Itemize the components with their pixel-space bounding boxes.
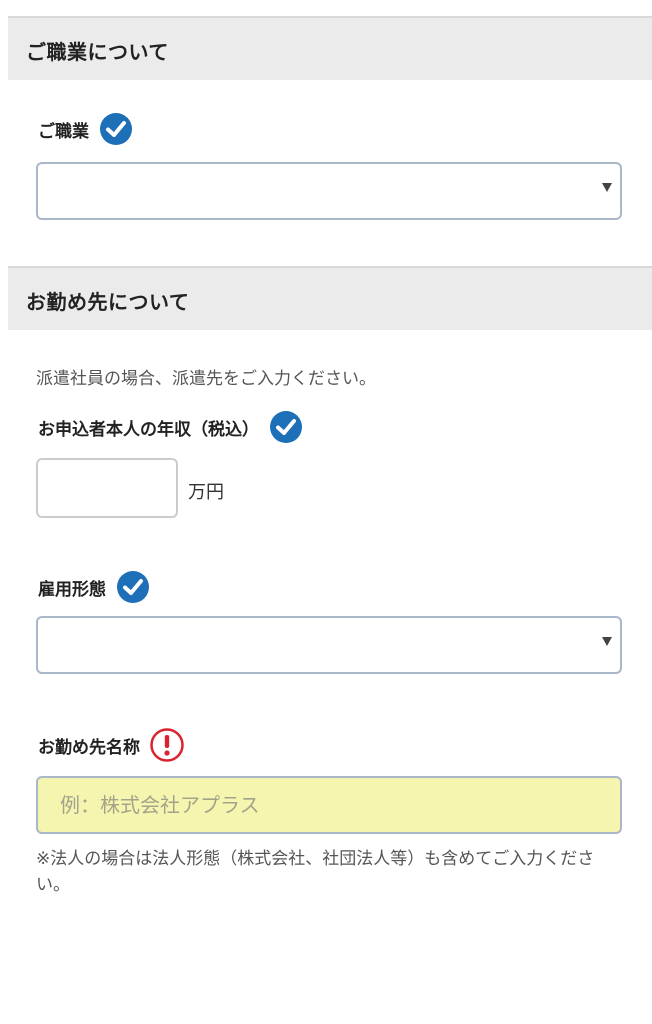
occupation-section-title: ご職業について — [26, 40, 169, 64]
company-name-footnote: ※法人の場合は法人形態（株式会社、社団法人等）も含めてご入力ください。 — [36, 849, 595, 895]
income-unit: 万円 — [188, 482, 224, 503]
employment-type-field-label: 雇用形態 — [38, 570, 150, 604]
employer-section-header: お勤め先について — [8, 266, 652, 330]
alert-circle-icon — [150, 728, 184, 762]
employer-section-title: お勤め先について — [26, 290, 190, 314]
check-circle-icon — [100, 113, 132, 145]
dropdown-arrow-icon — [602, 183, 612, 192]
dropdown-arrow-icon — [602, 637, 612, 646]
dispatch-note: 派遣社員の場合、派遣先をご入力ください。 — [36, 369, 376, 389]
occupation-label-text: ご職業 — [38, 121, 89, 142]
income-field-label: お申込者本人の年収（税込） — [38, 410, 303, 444]
check-circle-icon — [270, 411, 302, 443]
company-name-label-text: お勤め先名称 — [38, 737, 140, 758]
company-name-input[interactable] — [36, 776, 622, 834]
occupation-section-header: ご職業について — [8, 16, 652, 80]
income-input[interactable] — [36, 458, 178, 518]
income-label-text: お申込者本人の年収（税込） — [38, 419, 259, 440]
employment-type-label-text: 雇用形態 — [38, 579, 106, 600]
occupation-field-label: ご職業 — [38, 112, 133, 146]
company-name-field-label: お勤め先名称 — [38, 728, 184, 762]
occupation-select[interactable] — [36, 162, 622, 220]
employment-type-select[interactable] — [36, 616, 622, 674]
check-circle-icon — [117, 571, 149, 603]
